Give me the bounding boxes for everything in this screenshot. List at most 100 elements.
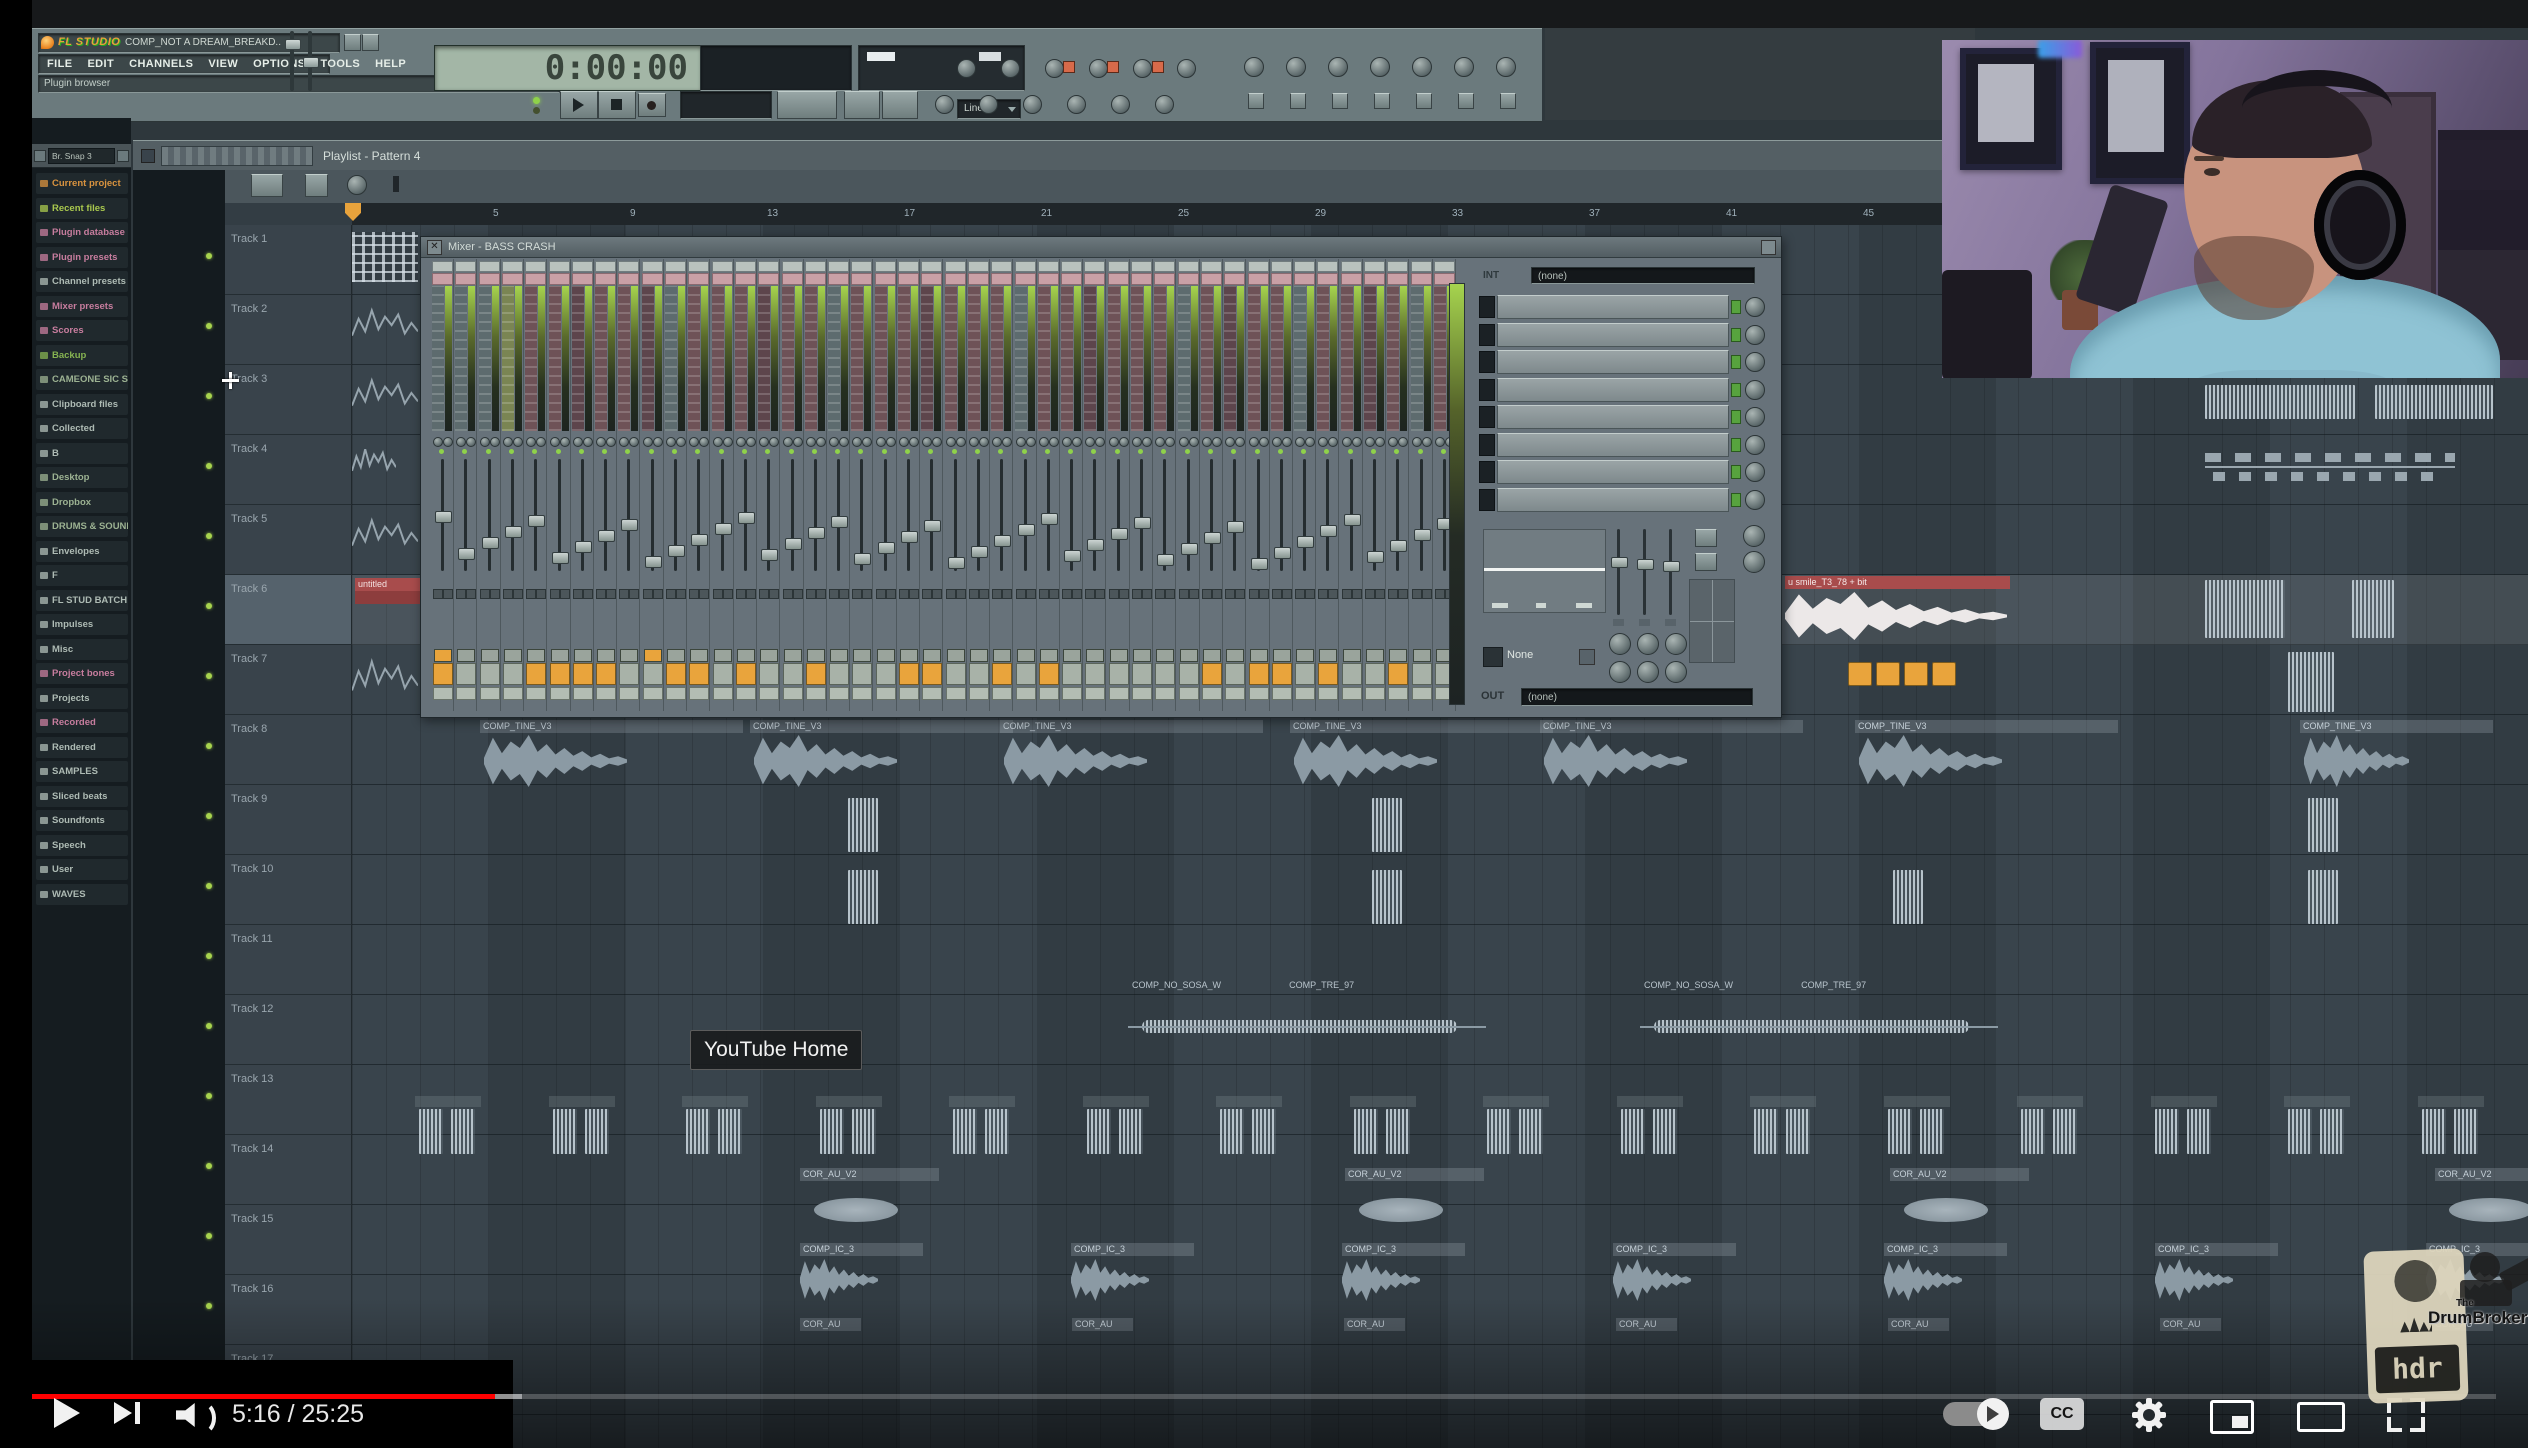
strip-knob[interactable] [909, 437, 919, 447]
strip-switch[interactable] [629, 589, 639, 599]
strip-knob[interactable] [783, 437, 793, 447]
fx-slot-mix-knob[interactable] [1745, 490, 1765, 510]
strip-knob[interactable] [992, 437, 1002, 447]
strip-knob[interactable] [653, 437, 663, 447]
fx-slot-8[interactable] [1479, 488, 1765, 512]
strip-mute-small[interactable] [784, 649, 802, 662]
mixer-strip-19[interactable] [850, 259, 873, 711]
strip-switch[interactable] [1119, 589, 1129, 599]
clip-spikearrow[interactable]: COMP_IC_3 [800, 1243, 920, 1305]
strip-knob[interactable] [746, 437, 756, 447]
fx-slot-3[interactable] [1479, 350, 1765, 374]
strip-fader-thumb[interactable] [785, 538, 802, 550]
strip-knob[interactable] [1049, 437, 1059, 447]
browser-item-current-project[interactable]: Current project [36, 173, 128, 194]
browser-item-recent-files[interactable]: Recent files [36, 198, 128, 219]
clip-squig[interactable] [352, 372, 418, 414]
fx-slot-enable-led[interactable] [1731, 355, 1741, 369]
clip-dense[interactable] [2205, 580, 2285, 638]
strip-knob[interactable] [886, 437, 896, 447]
mixer-strip-31[interactable] [1130, 259, 1153, 711]
browser-item-misc[interactable]: Misc [36, 639, 128, 660]
strip-mute-small[interactable] [434, 649, 452, 662]
playlist-tool-icons[interactable] [161, 146, 313, 166]
strip-mute-button[interactable] [876, 663, 896, 685]
pan-xy-pad[interactable] [1689, 579, 1735, 663]
browser-item-rendered[interactable]: Rendered [36, 737, 128, 758]
track-header-14[interactable]: Track 14 [225, 1135, 352, 1205]
clip-dense[interactable] [1893, 870, 1923, 924]
clip-dense[interactable] [2205, 385, 2355, 419]
strip-fader-thumb[interactable] [668, 545, 685, 557]
clip-pair[interactable] [1617, 1096, 1683, 1156]
strip-mute-small[interactable] [690, 649, 708, 662]
strip-mute-button[interactable] [550, 663, 570, 685]
strip-switch[interactable] [1049, 589, 1059, 599]
fx-slot-body[interactable] [1497, 433, 1729, 457]
browser-item-waves[interactable]: WAVES [36, 884, 128, 905]
strip-switch[interactable] [596, 589, 606, 599]
strip-mute-button[interactable] [899, 663, 919, 685]
mixer-strip-41[interactable] [1363, 259, 1386, 711]
mixer-window[interactable]: ✕ Mixer - BASS CRASH INT (none) [420, 236, 1782, 718]
strip-fader-thumb[interactable] [598, 530, 615, 542]
strip-mute-small[interactable] [1063, 649, 1081, 662]
eq-slider-track[interactable] [1669, 529, 1672, 615]
track-header-4[interactable]: Track 4 [225, 435, 352, 505]
mixer-strip-33[interactable] [1177, 259, 1200, 711]
clip-dense[interactable] [1372, 870, 1402, 924]
eq-knob[interactable] [1665, 633, 1687, 655]
clip-sosa[interactable]: COMP_NO_SOSA_WCOMP_TRE_97 [1640, 978, 1998, 1046]
song-mode-switch[interactable] [777, 91, 837, 119]
strip-switch[interactable] [560, 589, 570, 599]
mixer-strip-9[interactable] [617, 259, 640, 711]
strip-fader-track[interactable] [1117, 459, 1120, 571]
clip-spiky[interactable]: COMP_TINE_V3 [1290, 720, 1550, 790]
fx-slot-enable-led[interactable] [1731, 465, 1741, 479]
browser-item-drums-sounds[interactable]: DRUMS & SOUNDS [36, 516, 128, 537]
plugin-select-row[interactable]: None [1483, 647, 1595, 669]
mixer-strip-26[interactable] [1014, 259, 1037, 711]
eq-knob[interactable] [1665, 661, 1687, 683]
strip-mute-button[interactable] [1155, 663, 1175, 685]
strip-knob[interactable] [1165, 437, 1175, 447]
track-led[interactable] [206, 953, 212, 959]
strip-switch[interactable] [1305, 589, 1315, 599]
strip-switch[interactable] [852, 589, 862, 599]
strip-switch[interactable] [1422, 589, 1432, 599]
strip-knob[interactable] [1016, 437, 1026, 447]
strip-switch[interactable] [606, 589, 616, 599]
eq-knob[interactable] [1637, 633, 1659, 655]
strip-fader-thumb[interactable] [948, 557, 965, 569]
strip-knob[interactable] [876, 437, 886, 447]
fx-slot-select-button[interactable] [1479, 296, 1495, 318]
strip-knob[interactable] [1259, 437, 1269, 447]
strip-fader-thumb[interactable] [1181, 543, 1198, 555]
strip-switch[interactable] [1109, 589, 1119, 599]
strip-switch[interactable] [550, 589, 560, 599]
strip-fader-track[interactable] [907, 459, 910, 571]
mixer-menu-button[interactable] [1761, 240, 1776, 255]
fx-slot-4[interactable] [1479, 378, 1765, 402]
close-icon[interactable]: ✕ [427, 240, 442, 255]
strip-fader-thumb[interactable] [621, 519, 638, 531]
strip-fader-track[interactable] [1303, 459, 1306, 571]
strip-switch[interactable] [1202, 589, 1212, 599]
strip-knob[interactable] [1062, 437, 1072, 447]
strip-fader-thumb[interactable] [1018, 524, 1035, 536]
strip-mute-button[interactable] [619, 663, 639, 685]
strip-fader-thumb[interactable] [552, 552, 569, 564]
strip-fader-track[interactable] [488, 459, 491, 571]
strip-mute-button[interactable] [1365, 663, 1385, 685]
strip-mute-button[interactable] [433, 663, 453, 685]
browser-item-soundfonts[interactable]: Soundfonts [36, 810, 128, 831]
strip-fader-track[interactable] [697, 459, 700, 571]
clip-squig[interactable] [352, 512, 418, 554]
strip-mute-button[interactable] [922, 663, 942, 685]
video-frame[interactable]: FL STUDIO COMP_NOT A DREAM_BREAKD.. FILE… [32, 0, 2528, 1448]
mixer-strip-18[interactable] [827, 259, 850, 711]
menu-item-help[interactable]: HELP [375, 58, 406, 70]
mixer-strip-29[interactable] [1083, 259, 1106, 711]
strip-mute-button[interactable] [526, 663, 546, 685]
strip-knob[interactable] [550, 437, 560, 447]
